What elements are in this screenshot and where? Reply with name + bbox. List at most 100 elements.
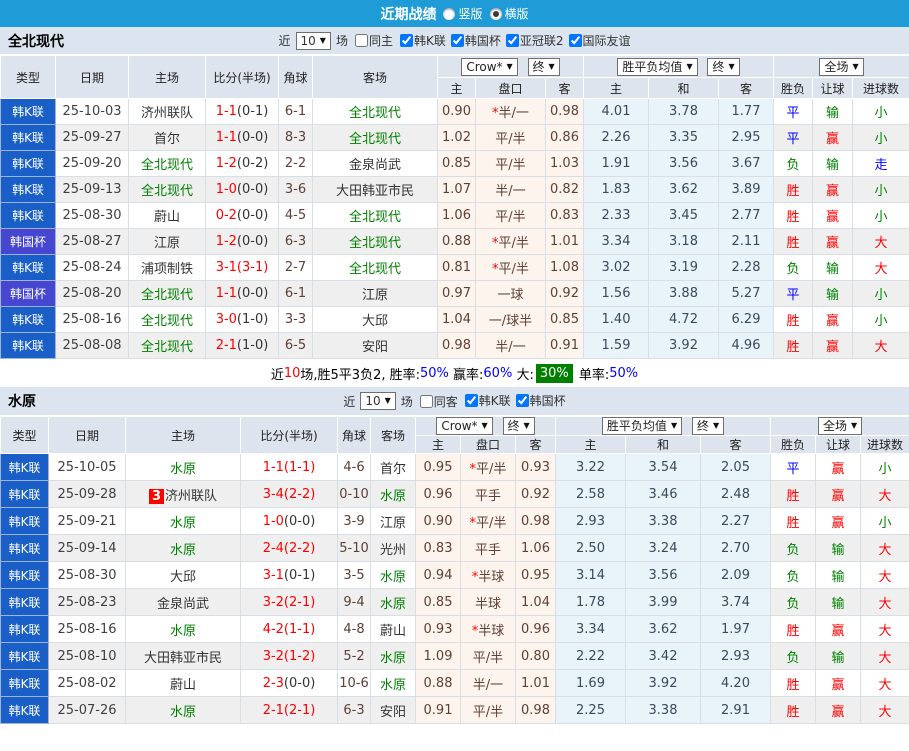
- corner-score: 3-5: [337, 561, 371, 589]
- away-team-link[interactable]: 水原: [380, 678, 406, 693]
- league-filter-韩K联[interactable]: 韩K联: [395, 32, 446, 49]
- league-filter-国际友谊[interactable]: 国际友谊: [564, 32, 631, 49]
- handicap-line: 平手: [460, 480, 516, 508]
- league-filter-亚冠联2[interactable]: 亚冠联2: [501, 32, 564, 49]
- away-team-link[interactable]: 水原: [380, 651, 406, 666]
- avg-odds-select[interactable]: 胜平负均值 ▼: [601, 417, 683, 435]
- away-odds: 0.92: [545, 280, 584, 307]
- home-team[interactable]: 水原: [125, 534, 241, 562]
- home-team-link[interactable]: 水原: [170, 516, 196, 531]
- home-odds: 0.95: [415, 453, 461, 481]
- away-team[interactable]: 水原: [370, 561, 416, 589]
- home-team-link[interactable]: 全北现代: [141, 314, 193, 329]
- home-team: 首尔: [128, 124, 206, 151]
- away-team-link[interactable]: 全北现代: [349, 132, 401, 147]
- match-row: 韩K联 25-07-26 水原 2-1(2-1) 6-3 安阳 0.91 平/半 0.98 2.2…: [0, 696, 909, 724]
- match-scope-select[interactable]: 全场 ▼: [819, 57, 864, 76]
- home-team[interactable]: 全北现代: [128, 332, 206, 359]
- match-score: 0-2(0-0): [205, 202, 279, 229]
- away-odds: 0.98: [515, 507, 556, 535]
- layout-option-vertical[interactable]: 竖版: [443, 5, 483, 22]
- radio-unselected-icon[interactable]: [443, 7, 456, 20]
- away-team[interactable]: 全北现代: [312, 228, 438, 255]
- home-team[interactable]: 全北现代: [128, 176, 206, 203]
- league-filter-韩国杯[interactable]: 韩国杯: [446, 32, 501, 49]
- match-count-select[interactable]: 10 ▼: [295, 31, 331, 50]
- home-team-link[interactable]: 全北现代: [141, 158, 193, 173]
- league-filter-checkbox[interactable]: [505, 33, 519, 47]
- result-outcome: 平: [773, 280, 814, 307]
- away-team-link[interactable]: 全北现代: [349, 236, 401, 251]
- fulltime-score: 1-1: [215, 104, 237, 119]
- result-goals: 小: [852, 124, 909, 151]
- away-team-link[interactable]: 水原: [380, 597, 406, 612]
- away-team-link[interactable]: 全北现代: [349, 262, 401, 277]
- home-team[interactable]: 水原: [125, 615, 241, 643]
- home-team[interactable]: 水原: [125, 453, 241, 481]
- match-scope-select[interactable]: 全场 ▼: [817, 417, 863, 435]
- away-team[interactable]: 全北现代: [312, 254, 438, 281]
- home-team-link[interactable]: 水原: [170, 624, 196, 639]
- result-handicap: 赢: [815, 669, 862, 697]
- match-count-select[interactable]: 10 ▼: [360, 392, 396, 410]
- same-venue-checkbox[interactable]: [419, 394, 433, 408]
- home-team[interactable]: 水原: [125, 507, 241, 535]
- same-venue-filter[interactable]: 同客: [415, 393, 458, 410]
- final-avg-select[interactable]: 终 ▼: [707, 57, 740, 76]
- final-avg-select[interactable]: 终 ▼: [691, 417, 725, 435]
- avg-home-odds: 2.25: [555, 696, 626, 724]
- league-badge: 韩K联: [0, 98, 56, 125]
- home-team[interactable]: 全北现代: [128, 150, 206, 177]
- league-filter-checkbox[interactable]: [399, 33, 413, 47]
- sub-col-goals-result: 进球数: [852, 77, 909, 99]
- halftime-score: (1-1): [283, 459, 316, 475]
- result-handicap: 输: [812, 98, 854, 125]
- home-team[interactable]: 全北现代: [128, 280, 206, 307]
- home-team[interactable]: 全北现代: [128, 306, 206, 333]
- away-team[interactable]: 全北现代: [312, 98, 438, 125]
- handicap-line: 平/半: [475, 202, 546, 229]
- away-team: 江原: [370, 507, 416, 535]
- home-odds: 0.97: [437, 280, 476, 307]
- home-team-link[interactable]: 全北现代: [141, 288, 193, 303]
- match-date: 25-08-23: [48, 588, 126, 616]
- same-venue-checkbox[interactable]: [354, 34, 368, 47]
- league-filter-checkbox[interactable]: [515, 394, 529, 407]
- away-team-link[interactable]: 全北现代: [349, 210, 401, 225]
- away-team-link[interactable]: 水原: [380, 489, 406, 504]
- league-filter-checkbox[interactable]: [568, 33, 582, 47]
- home-team[interactable]: 水原: [125, 696, 241, 724]
- avg-draw-odds: 3.45: [648, 202, 719, 229]
- final-odds-select[interactable]: 终 ▼: [527, 57, 560, 76]
- final-odds-select[interactable]: 终 ▼: [502, 417, 535, 435]
- same-venue-filter[interactable]: 同主: [350, 32, 393, 49]
- home-team-link[interactable]: 全北现代: [141, 184, 193, 199]
- league-filter-韩K联[interactable]: 韩K联: [460, 392, 511, 409]
- odds-company-select[interactable]: Crow* ▼: [461, 57, 518, 76]
- chevron-down-icon: ▼: [523, 421, 530, 430]
- away-team[interactable]: 全北现代: [312, 202, 438, 229]
- away-team-link: 安阳: [361, 340, 388, 355]
- home-team-link[interactable]: 全北现代: [141, 340, 193, 355]
- result-handicap: 赢: [815, 507, 862, 535]
- home-team-link[interactable]: 水原: [170, 705, 196, 720]
- odds-company-select[interactable]: Crow* ▼: [436, 417, 493, 435]
- away-team[interactable]: 水原: [370, 588, 416, 616]
- layout-option-horizontal[interactable]: 横版: [489, 5, 529, 22]
- home-team-link[interactable]: 水原: [170, 462, 196, 477]
- league-filter-checkbox[interactable]: [464, 394, 478, 407]
- away-team-link[interactable]: 全北现代: [349, 106, 401, 121]
- away-team[interactable]: 水原: [370, 669, 416, 697]
- halftime-score: (2-1): [283, 702, 316, 718]
- avg-draw-odds: 3.35: [648, 124, 719, 151]
- league-filter-checkbox[interactable]: [450, 33, 464, 47]
- away-team[interactable]: 全北现代: [312, 124, 438, 151]
- away-team[interactable]: 水原: [370, 642, 416, 670]
- away-odds: 1.03: [545, 150, 584, 177]
- radio-selected-icon[interactable]: [489, 7, 502, 20]
- avg-odds-select[interactable]: 胜平负均值 ▼: [617, 57, 698, 76]
- away-team[interactable]: 水原: [370, 480, 416, 508]
- home-team-link[interactable]: 水原: [170, 543, 196, 558]
- league-filter-韩国杯[interactable]: 韩国杯: [511, 392, 566, 409]
- away-team-link[interactable]: 水原: [380, 570, 406, 585]
